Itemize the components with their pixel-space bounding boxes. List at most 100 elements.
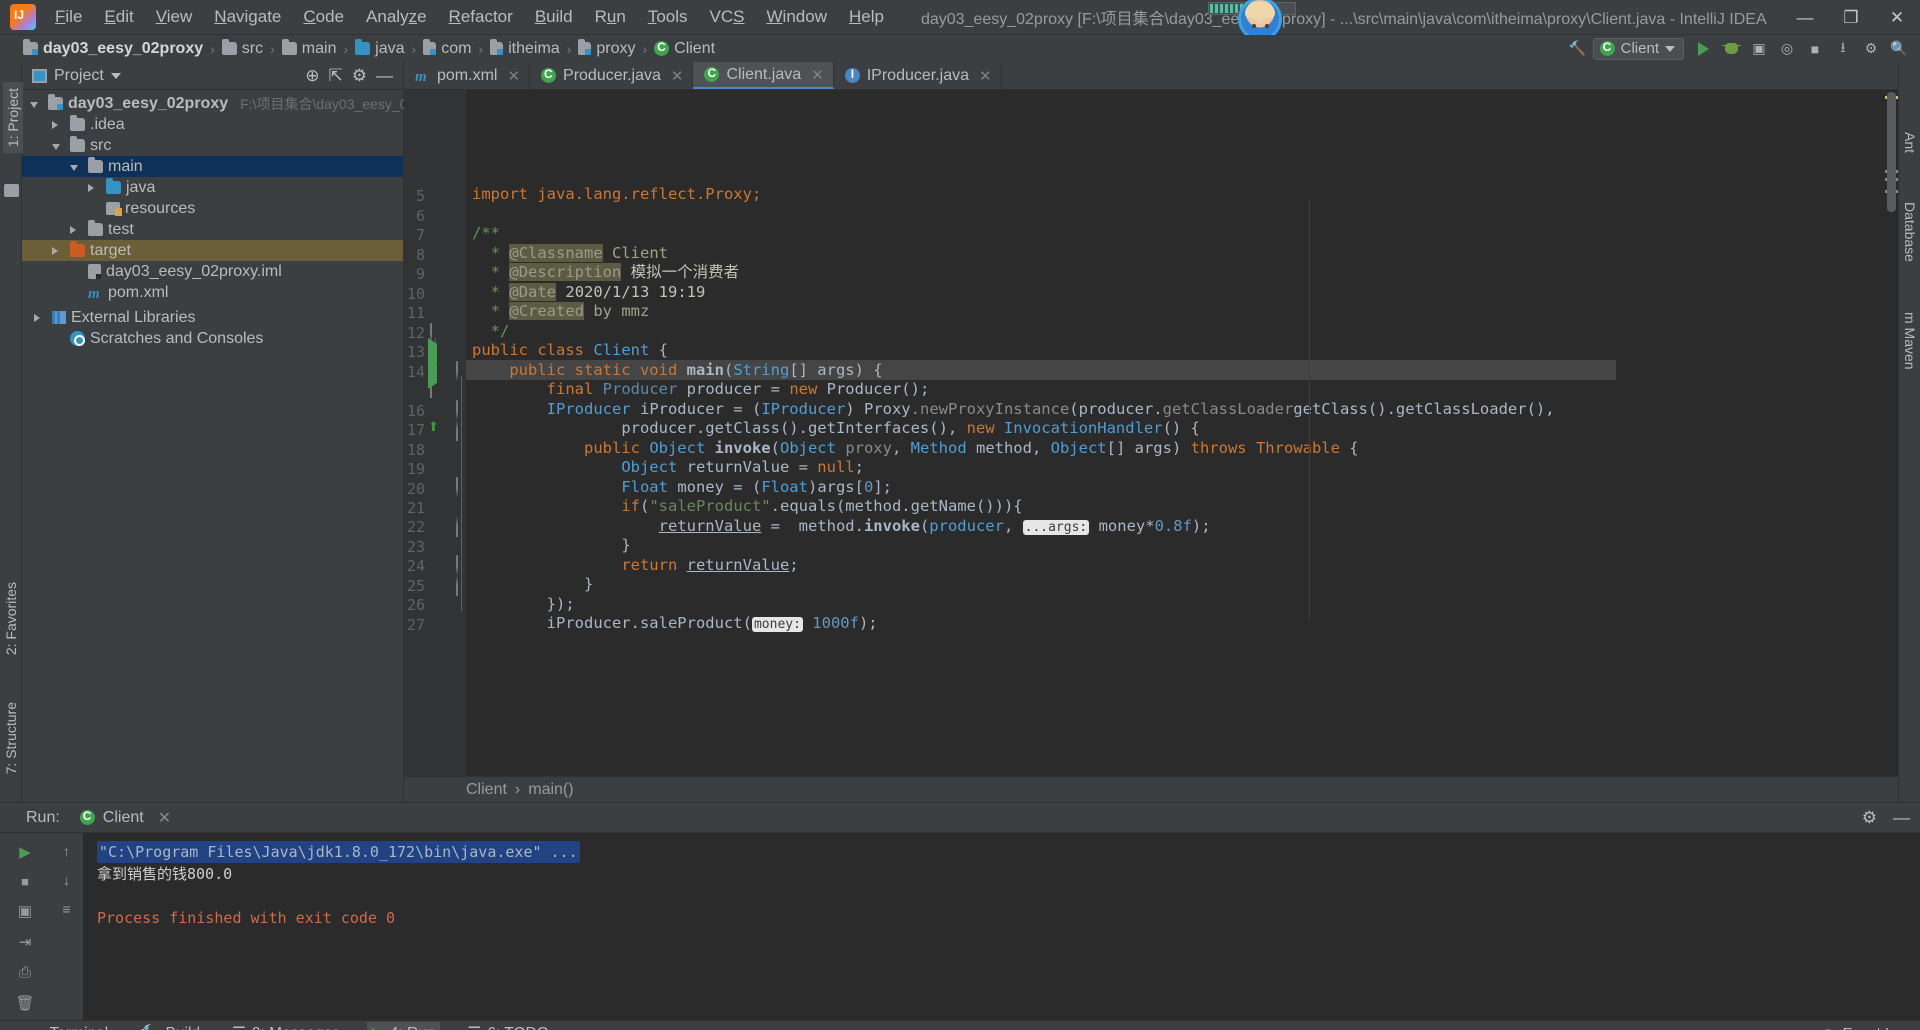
debug-button[interactable] xyxy=(1718,37,1744,61)
tree-node-external-libraries[interactable]: External Libraries xyxy=(22,307,403,328)
search-button[interactable]: 🔍 xyxy=(1886,37,1912,61)
fold-icon[interactable] xyxy=(456,420,458,441)
chevron-right-icon[interactable] xyxy=(70,221,83,239)
profiler-button[interactable]: ◎ xyxy=(1774,37,1800,61)
fold-icon[interactable] xyxy=(456,575,458,596)
rerun-icon[interactable]: ▶ xyxy=(19,843,31,861)
tool-tab-project[interactable]: 1: Project xyxy=(3,82,23,154)
structure-strip-icon[interactable] xyxy=(4,184,19,197)
breadcrumb-java[interactable]: java xyxy=(352,39,407,59)
gear-icon[interactable]: ⚙ xyxy=(352,66,367,86)
override-icon[interactable]: ⬆ xyxy=(428,419,439,435)
tree-node-src[interactable]: src xyxy=(22,135,403,156)
menu-refactor[interactable]: Refactor xyxy=(438,3,524,31)
tree-node-java[interactable]: java xyxy=(22,177,403,198)
scrollbar-thumb[interactable] xyxy=(1887,92,1896,212)
editor-gutter[interactable]: 5 6 7 8 9 10 11 12 13 14 16 17 18 19 20 … xyxy=(404,90,466,776)
code-text-area[interactable]: import java.lang.reflect.Proxy; /** * @C… xyxy=(466,90,1898,776)
project-panel-title[interactable]: Project xyxy=(32,67,121,85)
tree-node-resources[interactable]: resources xyxy=(22,198,403,219)
fold-icon[interactable] xyxy=(456,361,458,382)
tool-tab-maven[interactable]: m Maven xyxy=(1902,312,1918,370)
breadcrumb-proxy[interactable]: proxy xyxy=(575,39,638,59)
close-icon[interactable]: ✕ xyxy=(979,67,992,85)
tab-client-java[interactable]: Client.java ✕ xyxy=(693,62,834,89)
collapse-all-icon[interactable]: ⇱ xyxy=(329,66,343,86)
hide-icon[interactable]: — xyxy=(376,66,393,86)
breadcrumb-module[interactable]: day03_eesy_02proxy xyxy=(20,39,206,59)
chevron-right-icon[interactable] xyxy=(34,309,47,327)
maximize-button[interactable]: ❐ xyxy=(1828,0,1874,35)
close-icon[interactable]: ✕ xyxy=(158,808,171,828)
menu-help[interactable]: Help xyxy=(838,3,895,31)
run-tab-client[interactable]: Client ✕ xyxy=(74,806,177,830)
tab-producer-java[interactable]: Producer.java ✕ xyxy=(530,62,694,89)
tree-node-module[interactable]: day03_eesy_02proxy F:\项目集合\day03_eesy_02… xyxy=(22,93,449,114)
tree-node-pom[interactable]: m pom.xml xyxy=(22,282,403,303)
breadcrumb-method[interactable]: main() xyxy=(528,781,573,799)
chevron-right-icon[interactable] xyxy=(52,242,65,260)
update-project-button[interactable]: ⭳ xyxy=(1830,37,1856,61)
menu-navigate[interactable]: Navigate xyxy=(203,3,292,31)
tool-tab-database[interactable]: Database xyxy=(1902,202,1918,262)
settings-button[interactable]: ⚙ xyxy=(1858,37,1884,61)
close-icon[interactable]: ✕ xyxy=(671,67,684,85)
menu-code[interactable]: Code xyxy=(292,3,355,31)
up-arrow-icon[interactable]: ↑ xyxy=(63,843,70,859)
tree-node-test[interactable]: test xyxy=(22,219,403,240)
hide-icon[interactable]: — xyxy=(1893,808,1910,828)
tool-tab-favorites[interactable]: 2: Favorites xyxy=(3,582,19,655)
bottom-tab-terminal[interactable]: ▭ Terminal xyxy=(24,1022,113,1030)
minimize-button[interactable]: — xyxy=(1782,0,1828,35)
pin-icon[interactable]: ⇥ xyxy=(19,933,32,951)
gear-icon[interactable]: ⚙ xyxy=(1862,808,1877,828)
tab-pom-xml[interactable]: m pom.xml ✕ xyxy=(404,62,531,89)
run-method-icon[interactable] xyxy=(428,358,437,389)
fold-icon[interactable] xyxy=(456,516,458,537)
fold-icon[interactable] xyxy=(456,555,458,576)
tool-tab-ant[interactable]: Ant xyxy=(1902,132,1918,153)
chevron-right-icon[interactable] xyxy=(52,116,65,134)
fold-icon[interactable] xyxy=(456,477,458,498)
bottom-tab-build[interactable]: 🔨 Build xyxy=(135,1022,205,1030)
breadcrumb-itheima[interactable]: itheima xyxy=(487,39,563,59)
down-arrow-icon[interactable]: ↓ xyxy=(63,872,70,888)
tab-iproducer-java[interactable]: IProducer.java ✕ xyxy=(834,62,1002,89)
event-log-button[interactable]: ◷ Event Log xyxy=(1821,1025,1910,1030)
breadcrumb-src[interactable]: src xyxy=(219,39,266,59)
chevron-down-icon[interactable] xyxy=(30,95,43,113)
editor-scrollbar[interactable] xyxy=(1885,90,1898,776)
run-button[interactable] xyxy=(1690,37,1716,61)
tree-node-iml[interactable]: day03_eesy_02proxy.iml xyxy=(22,261,403,282)
breadcrumb-class[interactable]: Client xyxy=(466,781,507,799)
bottom-tab-messages[interactable]: ☰ 0: Messages xyxy=(227,1022,345,1030)
tree-node-target[interactable]: target xyxy=(22,240,403,261)
chevron-down-icon[interactable] xyxy=(70,158,83,176)
console-output[interactable]: "C:\Program Files\Java\jdk1.8.0_172\bin\… xyxy=(83,833,1920,1020)
menu-view[interactable]: View xyxy=(145,3,204,31)
tree-node-idea[interactable]: .idea xyxy=(22,114,403,135)
trash-icon[interactable]: 🗑 xyxy=(15,994,34,1012)
code-editor[interactable]: 5 6 7 8 9 10 11 12 13 14 16 17 18 19 20 … xyxy=(404,90,1898,776)
menu-build[interactable]: Build xyxy=(524,3,584,31)
stop-icon[interactable]: ■ xyxy=(21,874,29,889)
close-icon[interactable]: ✕ xyxy=(507,67,520,85)
tool-tab-structure[interactable]: 7: Structure xyxy=(3,702,19,774)
chevron-down-icon[interactable] xyxy=(52,137,65,155)
menu-tools[interactable]: Tools xyxy=(637,3,699,31)
menu-analyze[interactable]: Analyze xyxy=(355,3,438,31)
wrap-icon[interactable]: ≡ xyxy=(62,901,70,917)
tree-node-scratches[interactable]: Scratches and Consoles xyxy=(22,328,403,349)
breadcrumb-main[interactable]: main xyxy=(279,39,340,59)
fold-icon[interactable] xyxy=(456,400,458,421)
menu-run[interactable]: Run xyxy=(584,3,637,31)
build-hammer-icon[interactable]: 🔨 xyxy=(1565,37,1591,61)
bottom-tab-run[interactable]: ▶ 4: Run xyxy=(366,1022,441,1030)
menu-window[interactable]: Window xyxy=(756,3,838,31)
menu-file[interactable]: File xyxy=(44,3,93,31)
camera-icon[interactable]: ▣ xyxy=(18,902,32,920)
locate-icon[interactable]: ⊕ xyxy=(305,66,319,86)
close-icon[interactable]: ✕ xyxy=(811,66,824,84)
close-button[interactable]: ✕ xyxy=(1874,0,1920,35)
bottom-tab-todo[interactable]: ☰ 6: TODO xyxy=(462,1022,553,1030)
